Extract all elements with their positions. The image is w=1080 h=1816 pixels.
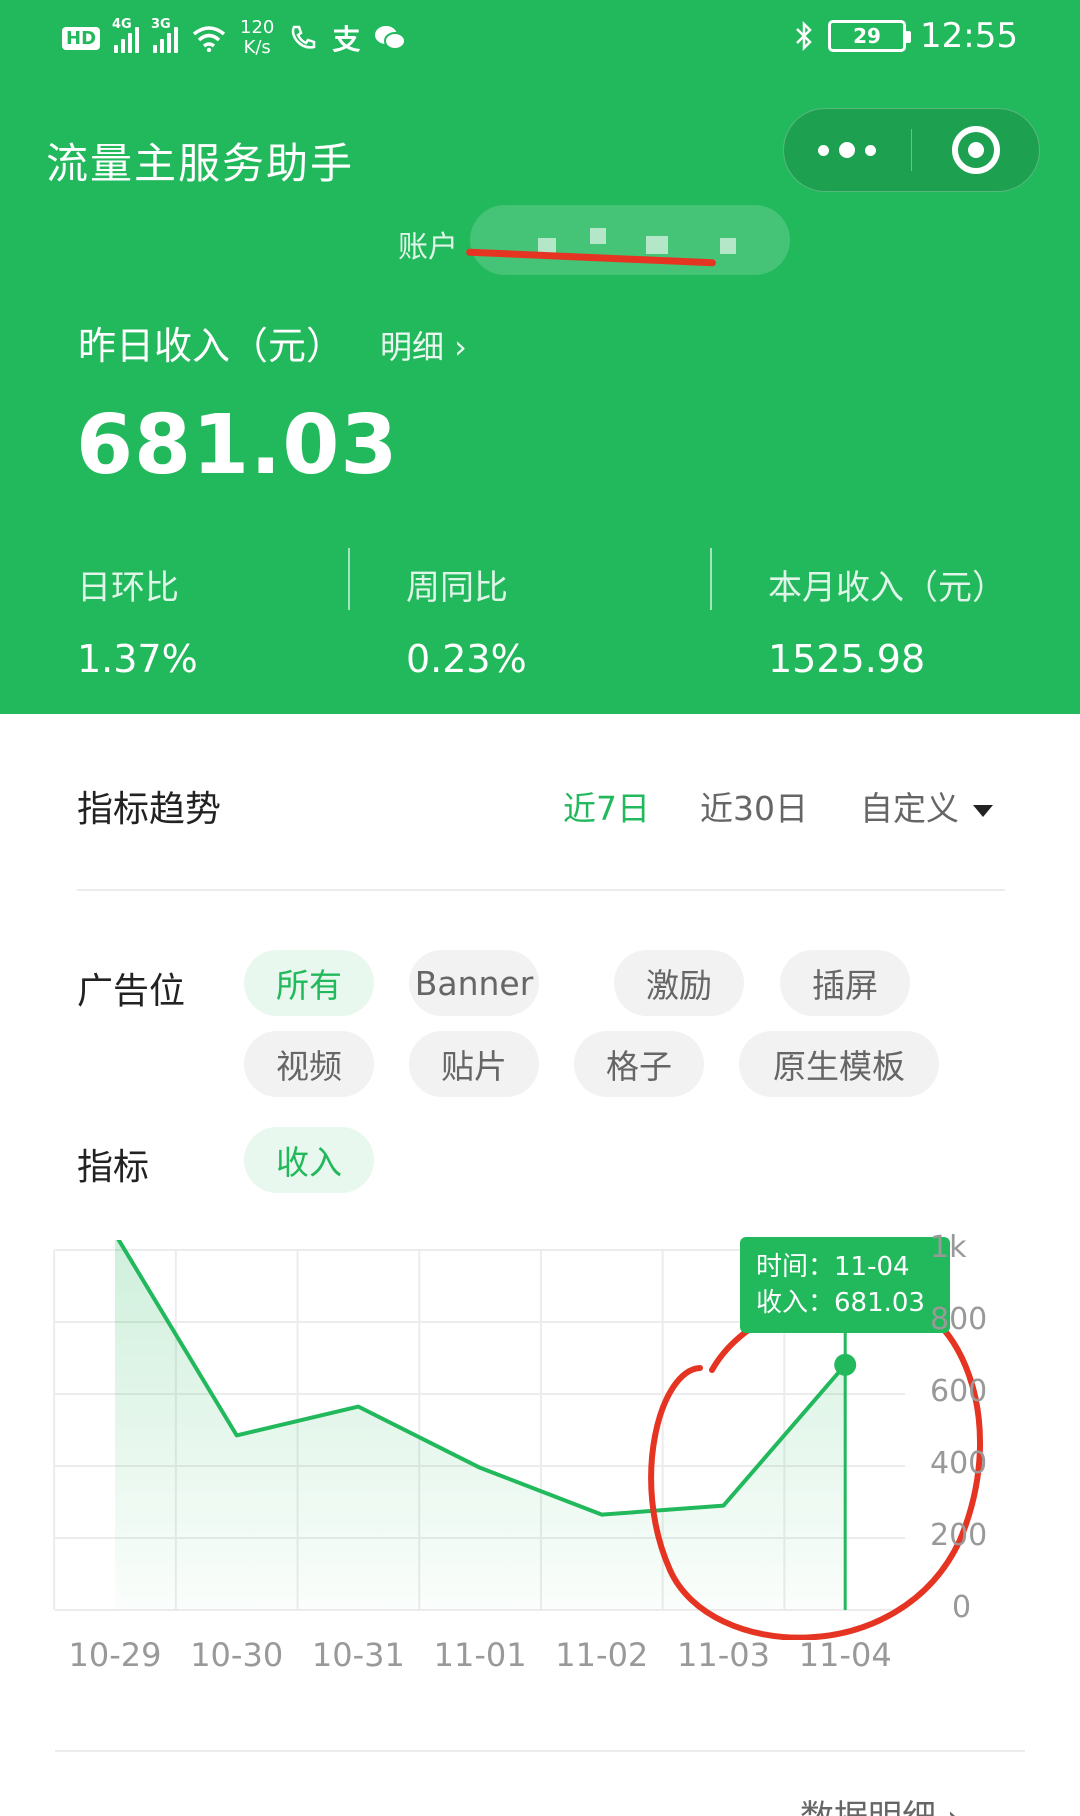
miniprogram-capsule [783, 108, 1040, 192]
divider [77, 889, 1005, 891]
mosaic-pixel [646, 236, 668, 254]
status-time: 12:55 [920, 16, 1018, 56]
more-dots-icon [818, 142, 877, 158]
chart-x-tick-label: 11-04 [798, 1636, 892, 1674]
status-right: 29 12:55 [794, 16, 1018, 56]
header-banner: HD 4G 3G 120 K/s 支 29 12:55 流量主服务助手 账户 昨… [0, 0, 1080, 714]
chip-ad-banner[interactable]: Banner [409, 950, 539, 1016]
more-button[interactable] [784, 109, 911, 191]
metric-divider [710, 548, 712, 610]
app-title: 流量主服务助手 [46, 139, 355, 188]
detail-link[interactable]: 明细 › [380, 322, 467, 368]
chip-ad-interstitial[interactable]: 插屏 [780, 950, 910, 1016]
trend-title: 指标趋势 [77, 789, 222, 830]
chip-ad-native-template[interactable]: 原生模板 [739, 1031, 939, 1097]
signal-icon-sim2: 3G [151, 17, 179, 53]
chart-tooltip: 时间：11-04 收入：681.03 [740, 1237, 950, 1333]
hd-icon: HD [62, 26, 101, 50]
chart-y-tick-label: 800 [930, 1302, 988, 1337]
chart-y-tick-label: 1k [930, 1230, 967, 1265]
yesterday-income-value: 681.03 [76, 398, 399, 493]
chart-x-tick-label: 11-03 [677, 1636, 770, 1674]
chip-ad-incentive[interactable]: 激励 [614, 950, 744, 1016]
chip-ad-grid[interactable]: 格子 [574, 1031, 704, 1097]
net-speed: 120 K/s [240, 17, 275, 58]
mosaic-pixel [720, 238, 736, 254]
chart-y-tick-label: 0 [952, 1590, 972, 1625]
divider [55, 1750, 1025, 1752]
bluetooth-icon [796, 20, 812, 52]
metric-label: 指标 [77, 1147, 150, 1188]
wechat-icon [375, 26, 407, 50]
chart-area-fill [115, 1240, 846, 1610]
alipay-icon: 支 [332, 23, 361, 56]
tab-range-custom[interactable]: 自定义 [860, 782, 993, 830]
close-button[interactable] [912, 109, 1039, 191]
chip-ad-patch[interactable]: 贴片 [409, 1031, 539, 1097]
chart-highlight-point[interactable] [834, 1353, 857, 1376]
chip-metric-income[interactable]: 收入 [244, 1127, 374, 1193]
signal-icon: 4G [112, 17, 140, 53]
chart-x-tick-label: 10-30 [190, 1636, 284, 1674]
chart-y-tick-label: 200 [930, 1518, 988, 1553]
account-label: 账户 [398, 230, 458, 265]
target-circle-icon [951, 126, 1000, 174]
wifi-icon [192, 26, 226, 52]
account-mask [470, 205, 790, 275]
status-bar: HD 4G 3G 120 K/s 支 29 12:55 [0, 0, 1080, 80]
call-icon [292, 25, 316, 49]
chart-x-tick-label: 10-29 [68, 1636, 162, 1674]
chart-x-tick-label: 10-31 [311, 1636, 405, 1674]
chart-x-tick-label: 11-02 [555, 1636, 649, 1674]
mosaic-pixel [590, 228, 606, 244]
chart-y-tick-label: 400 [930, 1446, 988, 1481]
chip-ad-video[interactable]: 视频 [244, 1031, 374, 1097]
metric-week-ratio: 周同比 0.23% [406, 568, 527, 681]
chart-y-tick-label: 600 [930, 1374, 988, 1409]
metric-day-ratio: 日环比 1.37% [77, 568, 198, 681]
battery-icon: 29 [828, 20, 912, 52]
yesterday-income-label: 昨日收入（元） [78, 324, 345, 368]
chip-ad-all[interactable]: 所有 [244, 950, 374, 1016]
data-detail-link[interactable]: 数据明细 › [800, 1790, 960, 1816]
caret-down-icon [973, 804, 993, 817]
metric-month-income: 本月收入（元） 1525.98 [768, 568, 1006, 681]
chart-x-tick-label: 11-01 [433, 1636, 527, 1674]
metric-divider [348, 548, 350, 610]
tab-range-7d[interactable]: 近7日 [563, 782, 650, 830]
status-left: HD 4G 3G 120 K/s 支 [62, 17, 407, 58]
tab-range-30d[interactable]: 近30日 [700, 782, 808, 830]
ad-position-label: 广告位 [77, 971, 186, 1012]
